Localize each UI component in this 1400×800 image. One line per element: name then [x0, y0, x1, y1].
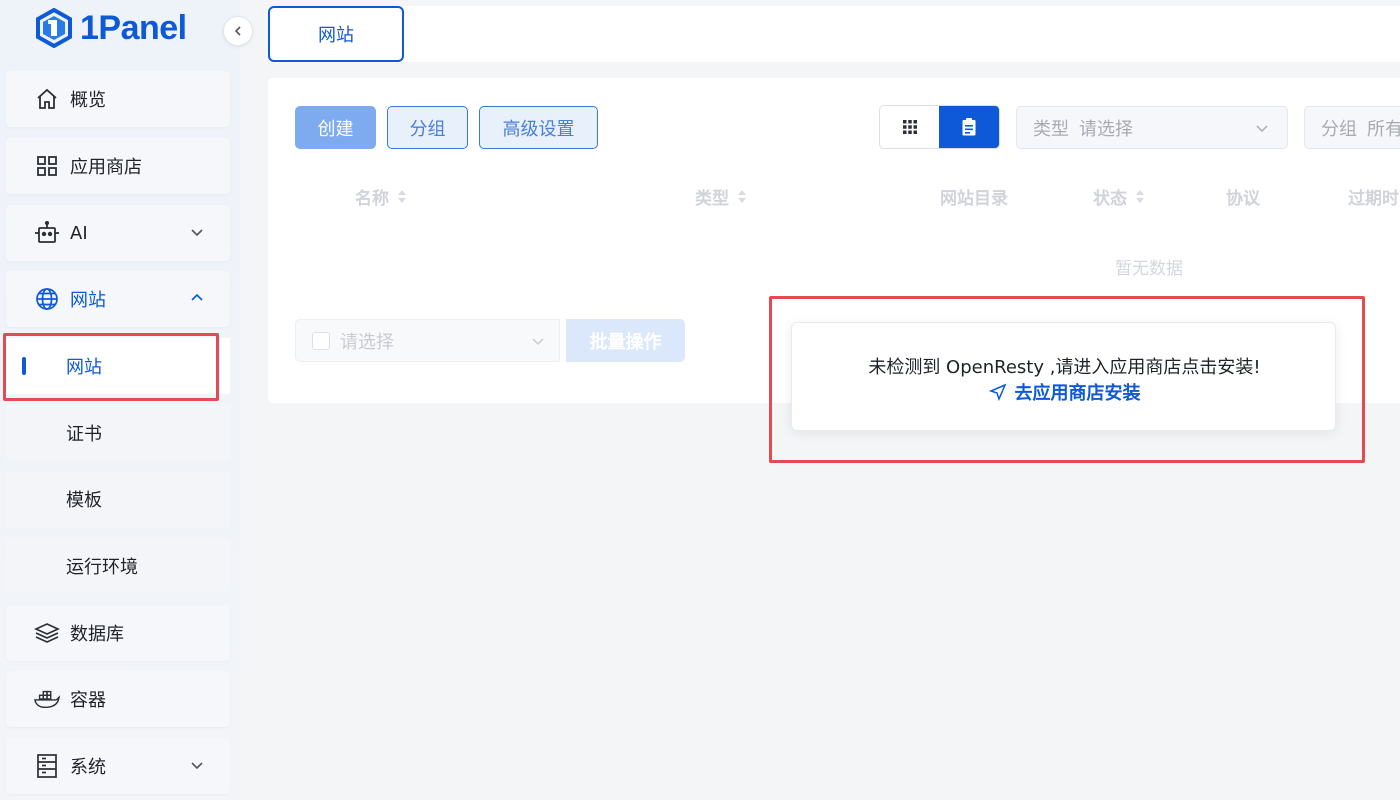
home-icon	[34, 86, 60, 112]
group-filter-prefix: 分组	[1321, 118, 1357, 140]
sidebar-subitem-label: 模板	[66, 490, 102, 511]
sidebar-subitem-certificate[interactable]: 证书	[6, 405, 230, 461]
sidebar-item-label: 系统	[70, 757, 106, 778]
openresty-notice: 未检测到 OpenResty ,请进入应用商店点击安装! 去应用商店安装	[791, 322, 1336, 431]
notice-message: 未检测到 OpenResty ,请进入应用商店点击安装!	[868, 357, 1261, 378]
sidebar-subitem-label: 网站	[66, 357, 102, 378]
column-header-type[interactable]: 类型	[695, 184, 747, 209]
column-header-status[interactable]: 状态	[1093, 184, 1145, 209]
sidebar-item-database[interactable]: 数据库	[6, 605, 230, 661]
group-button[interactable]: 分组	[387, 106, 468, 149]
logo-icon	[36, 8, 72, 48]
sidebar-item-system[interactable]: 系统	[6, 738, 230, 794]
batch-operation-button[interactable]: 批量操作	[566, 319, 685, 362]
sidebar-item-label: AI	[70, 222, 88, 244]
app-name: 1Panel	[80, 8, 187, 47]
sidebar-item-label: 应用商店	[70, 157, 142, 178]
sidebar-item-ai[interactable]: AI	[6, 205, 230, 261]
type-filter-select[interactable]: 类型 请选择	[1016, 106, 1288, 149]
column-header-expire: 过期时	[1348, 189, 1399, 209]
type-filter-placeholder: 请选择	[1079, 118, 1133, 140]
tab-label: 网站	[318, 25, 354, 46]
sidebar-item-website[interactable]: 网站	[6, 271, 230, 327]
sidebar-subitem-runtime[interactable]: 运行环境	[6, 538, 230, 594]
sidebar-subitem-label: 证书	[66, 424, 102, 445]
system-icon	[34, 753, 60, 779]
empty-state-text: 暂无数据	[1115, 259, 1183, 279]
sort-icon	[737, 189, 747, 205]
chevron-down-icon	[532, 338, 544, 346]
sidebar-item-label: 网站	[70, 290, 106, 311]
sidebar-item-overview[interactable]: 概览	[6, 71, 230, 127]
sidebar-subitem-website[interactable]: 网站	[6, 338, 230, 394]
tab-website[interactable]: 网站	[268, 6, 404, 62]
chevron-down-icon	[1256, 125, 1268, 133]
sidebar-item-app-store[interactable]: 应用商店	[6, 138, 230, 194]
sidebar-item-container[interactable]: 容器	[6, 671, 230, 727]
clipboard-icon	[962, 118, 976, 136]
create-button[interactable]: 创建	[295, 106, 376, 149]
advanced-settings-button[interactable]: 高级设置	[479, 106, 598, 149]
sidebar-item-label: 数据库	[70, 624, 124, 645]
go-to-app-store-link[interactable]: 去应用商店安装	[792, 379, 1337, 405]
sidebar-subitem-template[interactable]: 模板	[6, 471, 230, 527]
grid-icon	[34, 153, 60, 179]
column-header-protocol: 协议	[1226, 189, 1260, 209]
column-header-name[interactable]: 名称	[355, 184, 407, 209]
group-filter-select[interactable]: 分组 所有	[1304, 106, 1400, 149]
chevron-left-icon	[234, 26, 241, 36]
column-header-directory: 网站目录	[940, 189, 1008, 209]
view-toggle	[879, 105, 1000, 149]
layers-icon	[34, 620, 60, 646]
sidebar-item-label: 概览	[70, 90, 106, 111]
docker-icon	[34, 686, 60, 712]
type-filter-prefix: 类型	[1033, 118, 1069, 140]
send-icon	[988, 383, 1006, 401]
logo[interactable]: 1Panel	[34, 8, 187, 48]
card-view-button[interactable]	[880, 106, 939, 148]
grid-view-icon	[902, 120, 917, 134]
globe-icon	[34, 286, 60, 312]
group-filter-value: 所有	[1367, 118, 1400, 140]
collapse-sidebar-button[interactable]	[223, 16, 253, 46]
active-indicator	[22, 357, 26, 375]
notice-link-label: 去应用商店安装	[1014, 383, 1141, 404]
sort-icon	[1135, 189, 1145, 205]
batch-select-placeholder: 请选择	[340, 331, 394, 353]
list-view-button[interactable]	[939, 106, 999, 148]
chevron-up-icon	[191, 293, 203, 301]
sidebar: 1Panel 概览 应用商店 AI 网站 网站 证书 模板 运行环境 数据库 容…	[0, 0, 240, 800]
tab-bar	[268, 6, 1400, 62]
sidebar-subitem-label: 运行环境	[66, 557, 138, 578]
sidebar-item-label: 容器	[70, 690, 106, 711]
chevron-down-icon	[191, 229, 203, 237]
sort-icon	[397, 189, 407, 205]
select-all-checkbox[interactable]	[312, 331, 330, 350]
batch-select[interactable]: 请选择	[295, 319, 560, 362]
robot-icon	[34, 220, 60, 246]
chevron-down-icon	[191, 762, 203, 770]
